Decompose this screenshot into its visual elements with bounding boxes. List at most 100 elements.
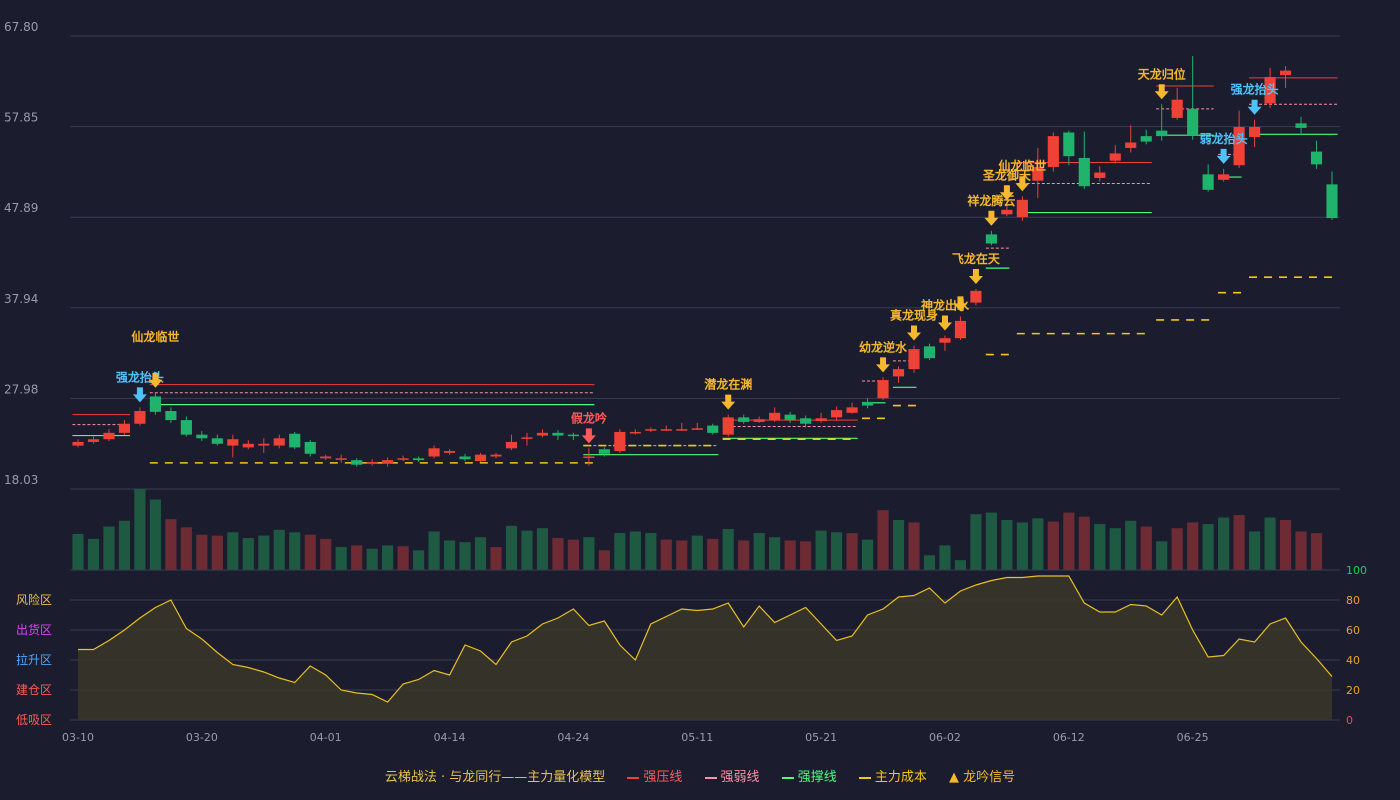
- x-tick-label: 04-14: [434, 731, 466, 744]
- signal-label: 仙龙临世: [131, 329, 179, 344]
- candle-body: [258, 443, 270, 446]
- candle-body: [753, 419, 765, 422]
- signal-label: 假龙吟: [571, 410, 607, 425]
- candle-body: [443, 451, 456, 453]
- candle-body: [1063, 132, 1075, 157]
- grid-layer: [70, 35, 1340, 490]
- volume-bar: [970, 514, 982, 570]
- candle-body: [908, 349, 920, 370]
- candle-body: [227, 439, 239, 446]
- legend-weak: 强弱线: [704, 766, 760, 785]
- price-tick-label: 27.98: [4, 382, 38, 396]
- candle-body: [1218, 174, 1230, 180]
- candle-body: [134, 410, 146, 424]
- candle-body: [1202, 174, 1214, 190]
- volume-bar: [443, 540, 456, 570]
- candle-body: [691, 428, 703, 430]
- candle-body: [149, 396, 161, 412]
- candle-body: [784, 414, 796, 421]
- candle-body: [1094, 172, 1106, 178]
- candle-body: [923, 346, 936, 359]
- volume-bar: [923, 555, 936, 570]
- candle-body: [800, 418, 812, 424]
- legend-title: 云梯战法 · 与龙同行——主力量化模型: [384, 770, 606, 785]
- candle-body: [738, 417, 750, 422]
- zone-label: 出货区: [16, 622, 52, 637]
- x-tick-label: 03-10: [62, 731, 94, 744]
- legend-cost-label: 主力成本: [874, 770, 927, 785]
- volume-bar: [87, 538, 100, 570]
- volume-bar: [366, 548, 378, 570]
- candle-body: [242, 443, 254, 448]
- candle-body: [598, 449, 610, 454]
- legend-support-label: 强撑线: [797, 770, 837, 785]
- candle-body: [614, 431, 626, 452]
- volume-bar: [846, 533, 858, 570]
- volume-bars: [72, 488, 1323, 570]
- candle-body: [474, 454, 487, 462]
- legend-signal: ▲ 龙吟信号: [949, 766, 1015, 785]
- candle-body: [567, 434, 579, 437]
- price-tick-label: 18.03: [4, 473, 38, 487]
- signal-arrow-icon: [968, 269, 983, 285]
- volume-bar: [769, 537, 781, 570]
- candle-body: [1310, 151, 1323, 165]
- signal-label: 潜龙在渊: [704, 377, 752, 392]
- price-tick-label: 57.85: [4, 111, 38, 125]
- candle-body: [459, 456, 471, 460]
- candle-body: [954, 320, 967, 339]
- volume-bar: [490, 547, 502, 570]
- price-tick-label: 37.94: [4, 292, 38, 306]
- x-tick-label: 04-24: [557, 731, 589, 744]
- osc-tick-label: 0: [1346, 714, 1353, 727]
- candle-body: [1295, 123, 1307, 128]
- candle-body: [660, 429, 672, 431]
- volume-bar: [939, 545, 951, 570]
- volume-bar: [1125, 520, 1137, 570]
- oscillator-panel: [70, 569, 1340, 721]
- signal-label: 仙龙临世: [998, 158, 1046, 173]
- volume-bar: [1063, 512, 1075, 570]
- candle-body: [722, 417, 734, 435]
- legend-signal-label: 龙吟信号: [963, 770, 1016, 785]
- volume-bar: [800, 541, 812, 570]
- candle-body: [165, 410, 177, 421]
- legend-weak-label: 强弱线: [720, 770, 760, 785]
- volume-bar: [428, 531, 440, 570]
- candle-body: [629, 431, 641, 434]
- candle-body: [1171, 99, 1183, 118]
- candle-body: [351, 460, 363, 465]
- osc-area: [78, 576, 1332, 720]
- candle-body: [861, 401, 874, 406]
- volume-bar: [707, 538, 719, 570]
- candle-body: [382, 460, 394, 464]
- candle-body: [985, 234, 997, 244]
- candle-body: [196, 434, 208, 439]
- volume-bar: [1295, 531, 1307, 570]
- volume-bar: [397, 546, 409, 570]
- volume-bar: [134, 488, 146, 570]
- candle-body: [676, 429, 688, 431]
- volume-bar: [521, 530, 533, 570]
- volume-bar: [1094, 524, 1106, 570]
- volume-bar: [892, 519, 905, 570]
- volume-bar: [320, 538, 332, 570]
- zone-label: 风险区: [16, 592, 52, 607]
- volume-bar: [1156, 541, 1168, 570]
- candle-body: [180, 420, 192, 435]
- volume-bar: [660, 539, 672, 570]
- volume-bar: [1016, 522, 1028, 570]
- candle-body: [1187, 108, 1199, 136]
- candle-body: [304, 441, 316, 454]
- candle-body: [1125, 142, 1137, 148]
- signal-label: 飞龙在天: [952, 251, 1001, 266]
- volume-bar: [1140, 526, 1152, 570]
- signal-arrow-icon: [1247, 99, 1262, 115]
- legend: 云梯战法 · 与龙同行——主力量化模型 强压线 强弱线 强撑线 主力成本 ▲ 龙…: [0, 766, 1400, 785]
- signal-arrow-icon: [937, 315, 952, 331]
- volume-bar: [72, 533, 84, 570]
- volume-bar: [567, 539, 579, 570]
- zone-label: 拉升区: [16, 652, 52, 667]
- volume-bar: [1218, 517, 1230, 570]
- volume-bar: [908, 522, 920, 570]
